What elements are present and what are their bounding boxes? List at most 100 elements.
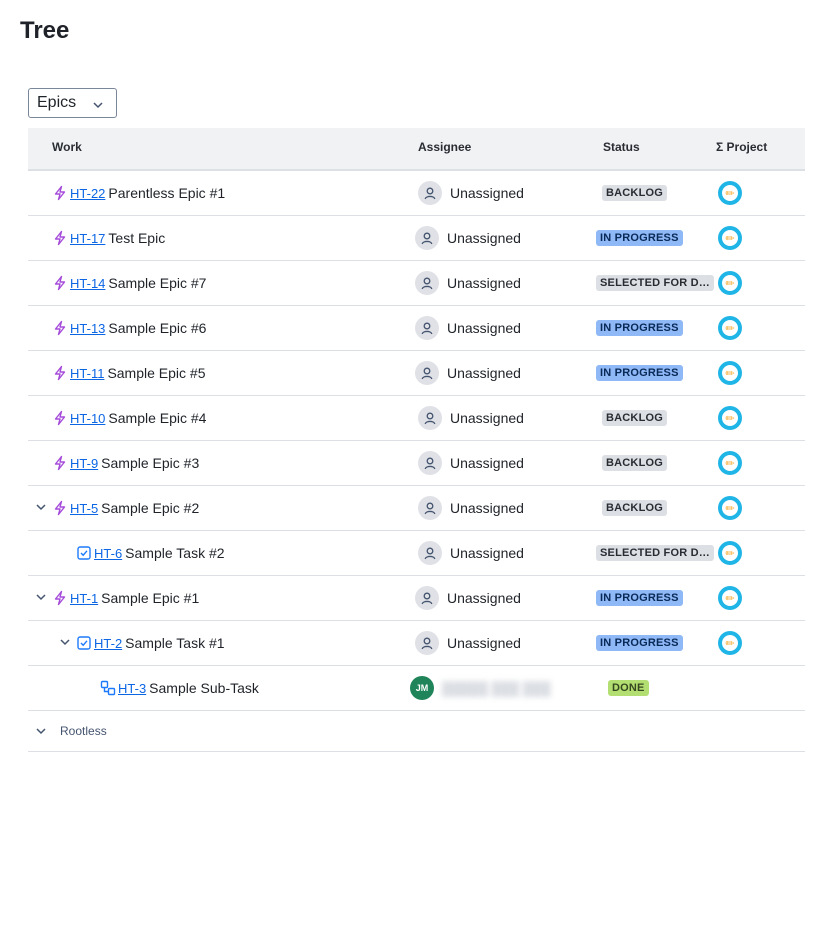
assignee-cell[interactable]: JM █████ ███ ███ bbox=[410, 666, 551, 710]
issue-key-link[interactable]: HT-14 bbox=[70, 276, 105, 291]
lightning-icon bbox=[54, 455, 66, 471]
table-row[interactable]: HT-5 Sample Epic #2 Unassigned BACKLOG ✏ bbox=[28, 486, 805, 531]
assignee-cell[interactable]: Unassigned bbox=[415, 306, 521, 350]
table-row[interactable]: HT-14 Sample Epic #7 Unassigned SELECTED FO… bbox=[28, 261, 805, 306]
issue-summary: Parentless Epic #1 bbox=[108, 185, 226, 201]
table-row[interactable]: HT-2 Sample Task #1 Unassigned IN PROGRESS ✏ bbox=[28, 621, 805, 666]
issue-type-filter-select[interactable]: Epics bbox=[28, 88, 117, 118]
avatar bbox=[418, 541, 442, 565]
pencil-icon: ✏ bbox=[722, 590, 738, 606]
avatar: JM bbox=[410, 676, 434, 700]
table-row[interactable]: HT-11 Sample Epic #5 Unassigned IN PROGRESS… bbox=[28, 351, 805, 396]
issue-key-link[interactable]: HT-5 bbox=[70, 501, 98, 516]
project-avatar-icon[interactable]: ✏ bbox=[718, 361, 742, 385]
assignee-cell[interactable]: Unassigned bbox=[418, 171, 524, 215]
issue-key-link[interactable]: HT-10 bbox=[70, 411, 105, 426]
assignee-cell[interactable]: Unassigned bbox=[415, 261, 521, 305]
status-cell[interactable]: DONE bbox=[608, 666, 649, 710]
pencil-icon: ✏ bbox=[722, 275, 738, 291]
assignee-cell[interactable]: Unassigned bbox=[418, 441, 524, 485]
issue-key-link[interactable]: HT-2 bbox=[94, 636, 122, 651]
project-avatar-icon[interactable]: ✏ bbox=[718, 226, 742, 250]
issue-key-link[interactable]: HT-17 bbox=[70, 231, 105, 246]
column-header-work[interactable]: Work bbox=[52, 140, 82, 154]
table-row[interactable]: HT-1 Sample Epic #1 Unassigned IN PROGRESS ✏ bbox=[28, 576, 805, 621]
table-row[interactable]: HT-9 Sample Epic #3 Unassigned BACKLOG ✏ bbox=[28, 441, 805, 486]
issue-key-link[interactable]: HT-6 bbox=[94, 546, 122, 561]
status-cell[interactable]: SELECTED FOR DE... bbox=[596, 261, 714, 305]
pencil-icon: ✏ bbox=[722, 185, 738, 201]
project-avatar-icon[interactable]: ✏ bbox=[718, 541, 742, 565]
status-lozenge: IN PROGRESS bbox=[596, 590, 683, 606]
issue-summary: Sample Epic #1 bbox=[101, 590, 200, 606]
assignee-cell[interactable]: Unassigned bbox=[415, 216, 521, 260]
status-lozenge: IN PROGRESS bbox=[596, 365, 683, 381]
table-row[interactable]: HT-17 Test Epic Unassigned IN PROGRESS ✏ bbox=[28, 216, 805, 261]
project-avatar-icon[interactable]: ✏ bbox=[718, 496, 742, 520]
project-avatar-icon[interactable]: ✏ bbox=[718, 271, 742, 295]
chevron-down-icon bbox=[93, 102, 103, 109]
checkbox-icon bbox=[77, 546, 91, 560]
assignee-name: Unassigned bbox=[450, 410, 524, 426]
project-avatar-icon[interactable]: ✏ bbox=[718, 181, 742, 205]
issue-key-link[interactable]: HT-9 bbox=[70, 456, 98, 471]
chevron-down-icon[interactable] bbox=[34, 724, 48, 738]
issue-key-link[interactable]: HT-1 bbox=[70, 591, 98, 606]
table-row[interactable]: HT-6 Sample Task #2 Unassigned SELECTED FOR… bbox=[28, 531, 805, 576]
pencil-icon: ✏ bbox=[722, 320, 738, 336]
issue-summary: Sample Epic #7 bbox=[108, 275, 207, 291]
status-cell[interactable]: IN PROGRESS bbox=[596, 576, 683, 620]
user-icon bbox=[421, 277, 433, 290]
column-header-assignee[interactable]: Assignee bbox=[418, 140, 471, 154]
status-lozenge: SELECTED FOR DE... bbox=[596, 545, 714, 561]
status-cell[interactable]: SELECTED FOR DE... bbox=[596, 531, 714, 575]
assignee-cell[interactable]: Unassigned bbox=[418, 531, 524, 575]
rootless-group-row[interactable]: Rootless bbox=[28, 711, 805, 752]
chevron-down-icon[interactable] bbox=[58, 635, 72, 649]
status-cell[interactable]: IN PROGRESS bbox=[596, 621, 683, 665]
assignee-cell[interactable]: Unassigned bbox=[415, 351, 521, 395]
project-cell: ✏ bbox=[718, 576, 742, 620]
work-cell: HT-11 Sample Epic #5 bbox=[52, 351, 206, 395]
assignee-cell[interactable]: Unassigned bbox=[415, 576, 521, 620]
assignee-name: Unassigned bbox=[447, 590, 521, 606]
assignee-name: Unassigned bbox=[447, 275, 521, 291]
project-cell: ✏ bbox=[718, 621, 742, 665]
project-cell: ✏ bbox=[718, 306, 742, 350]
status-cell[interactable]: BACKLOG bbox=[602, 396, 668, 440]
project-avatar-icon[interactable]: ✏ bbox=[718, 316, 742, 340]
work-cell: HT-1 Sample Epic #1 bbox=[52, 576, 199, 620]
issue-key-link[interactable]: HT-22 bbox=[70, 186, 105, 201]
work-cell: HT-3 Sample Sub-Task bbox=[100, 666, 259, 710]
assignee-cell[interactable]: Unassigned bbox=[415, 621, 521, 665]
table-body: HT-22 Parentless Epic #1 Unassigned BACKLOG… bbox=[28, 171, 805, 711]
table-row[interactable]: HT-13 Sample Epic #6 Unassigned IN PROGRESS… bbox=[28, 306, 805, 351]
assignee-cell[interactable]: Unassigned bbox=[418, 396, 524, 440]
table-row[interactable]: HT-10 Sample Epic #4 Unassigned BACKLOG ✏ bbox=[28, 396, 805, 441]
status-cell[interactable]: BACKLOG bbox=[602, 486, 668, 530]
issue-key-link[interactable]: HT-11 bbox=[70, 366, 104, 381]
chevron-down-icon[interactable] bbox=[34, 500, 48, 514]
issue-key-link[interactable]: HT-13 bbox=[70, 321, 105, 336]
issue-summary: Sample Sub-Task bbox=[149, 680, 259, 696]
project-cell: ✏ bbox=[718, 351, 742, 395]
assignee-name: Unassigned bbox=[447, 320, 521, 336]
table-row[interactable]: HT-3 Sample Sub-Task JM █████ ███ ███ DONE bbox=[28, 666, 805, 711]
issue-key-link[interactable]: HT-3 bbox=[118, 681, 146, 696]
table-row[interactable]: HT-22 Parentless Epic #1 Unassigned BACKLOG… bbox=[28, 171, 805, 216]
status-cell[interactable]: BACKLOG bbox=[602, 171, 668, 215]
pencil-icon: ✏ bbox=[722, 635, 738, 651]
status-cell[interactable]: BACKLOG bbox=[602, 441, 668, 485]
status-cell[interactable]: IN PROGRESS bbox=[596, 351, 683, 395]
chevron-down-icon[interactable] bbox=[34, 590, 48, 604]
project-avatar-icon[interactable]: ✏ bbox=[718, 586, 742, 610]
column-header-project[interactable]: Σ Project bbox=[716, 140, 767, 154]
project-avatar-icon[interactable]: ✏ bbox=[718, 406, 742, 430]
project-avatar-icon[interactable]: ✏ bbox=[718, 451, 742, 475]
column-header-status[interactable]: Status bbox=[603, 140, 640, 154]
status-cell[interactable]: IN PROGRESS bbox=[596, 216, 683, 260]
status-cell[interactable]: IN PROGRESS bbox=[596, 306, 683, 350]
assignee-cell[interactable]: Unassigned bbox=[418, 486, 524, 530]
project-avatar-icon[interactable]: ✏ bbox=[718, 631, 742, 655]
assignee-name: Unassigned bbox=[450, 545, 524, 561]
